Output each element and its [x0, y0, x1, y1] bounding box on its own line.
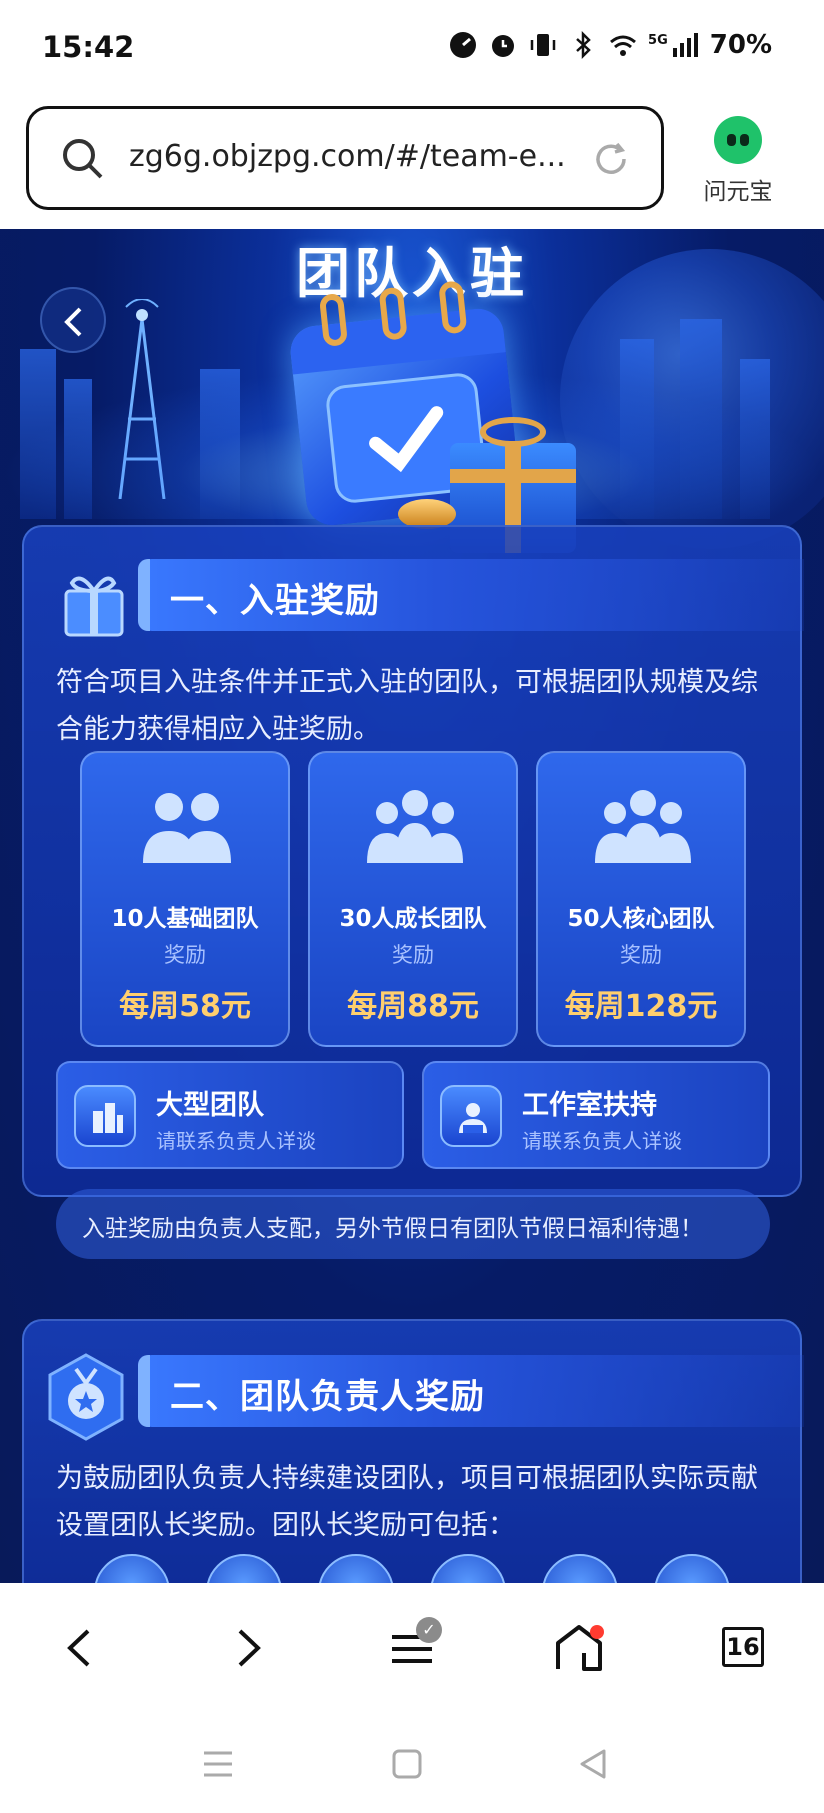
section-description: 符合项目入驻条件并正式入驻的团队，可根据团队规模及综合能力获得相应入驻奖励。 [56, 667, 758, 745]
home-button[interactable] [544, 1613, 614, 1683]
tier-amount: 每周128元 [564, 989, 718, 1024]
note-text: 入驻奖励由负责人支配，另外节假日有团队节假日福利待遇！ [82, 1216, 703, 1242]
reward-icon-row [70, 1554, 770, 1583]
wifi-icon [610, 35, 637, 56]
section-header: 一、入驻奖励 [138, 559, 804, 631]
network-type: 5G [648, 32, 668, 48]
tabs-button[interactable]: 16 [710, 1613, 780, 1683]
yuanbao-assistant-button[interactable]: 问元宝 [690, 112, 786, 212]
team-icon [143, 793, 231, 863]
back-button[interactable] [40, 287, 106, 353]
signal-icon [672, 33, 698, 57]
status-time: 15:42 [42, 30, 135, 64]
leader-reward-card: 二、团队负责人奖励 为鼓励团队负责人持续建设团队，项目可根据团队实际贡献设置团队… [22, 1319, 804, 1583]
battery-level: 70% [709, 30, 772, 60]
url-text[interactable]: zg6g.objzpg.com/#/team-e... [129, 139, 566, 174]
yuanbao-label: 问元宝 [703, 179, 773, 205]
reload-icon[interactable] [591, 139, 631, 179]
checkmark-icon [369, 406, 444, 473]
chevron-left-icon [64, 307, 82, 337]
chevron-right-icon [238, 1629, 261, 1667]
search-icon [63, 139, 103, 179]
screen: 15:42 5G 70% zg6g.objzpg.com/#/team-e...… [0, 0, 824, 1813]
bluetooth-icon [576, 30, 591, 60]
option-sub: 请联系负责人详谈 [522, 1129, 682, 1153]
team-icon [595, 790, 691, 863]
option-title: 工作室扶持 [522, 1090, 657, 1121]
address-bar[interactable]: zg6g.objzpg.com/#/team-e... [26, 106, 664, 210]
large-team-option[interactable]: 大型团队 请联系负责人详谈 [56, 1061, 404, 1169]
tier-card[interactable]: 10人基础团队 奖励 每周58元 [80, 751, 290, 1047]
option-title: 大型团队 [156, 1090, 264, 1121]
building-icon [74, 1085, 136, 1147]
section-description: 为鼓励团队负责人持续建设团队，项目可根据团队实际贡献设置团队长奖励。团队长奖励可… [56, 1463, 758, 1541]
tier-amount: 每周88元 [347, 989, 479, 1024]
chevron-left-icon [67, 1629, 90, 1667]
tabs-count: 16 [722, 1627, 764, 1667]
reward-circle-icon [318, 1554, 394, 1583]
medal-icon [48, 1353, 124, 1441]
browser-bottom-nav: ✓ 16 [0, 1583, 824, 1713]
alarm-icon [492, 35, 515, 57]
tier-amount: 每周58元 [119, 989, 251, 1024]
browser-back-button[interactable] [46, 1613, 116, 1683]
reward-note: 入驻奖励由负责人支配，另外节假日有团队节假日福利待遇！ [56, 1189, 770, 1259]
support-person-icon [440, 1085, 502, 1147]
tier-name: 10人基础团队 [111, 906, 259, 932]
team-icon [367, 790, 463, 863]
reward-circle-icon [542, 1554, 618, 1583]
hero-title: 团队入驻 [296, 242, 528, 305]
reward-circle-icon [654, 1554, 730, 1583]
tier-card[interactable]: 50人核心团队 奖励 每周128元 [536, 751, 746, 1047]
reward-circle-icon [430, 1554, 506, 1583]
option-sub: 请联系负责人详谈 [156, 1129, 316, 1153]
check-badge-icon: ✓ [416, 1617, 442, 1643]
system-nav-bar [0, 1713, 824, 1813]
studio-support-option[interactable]: 工作室扶持 请联系负责人详谈 [422, 1061, 770, 1169]
entry-reward-card: 一、入驻奖励 符合项目入驻条件并正式入驻的团队，可根据团队规模及综合能力获得相应… [22, 525, 804, 1259]
reward-circle-icon [94, 1554, 170, 1583]
section-title: 二、团队负责人奖励 [170, 1377, 485, 1417]
home-square-icon[interactable] [390, 1747, 424, 1781]
status-bar: 15:42 5G 70% [0, 0, 824, 100]
tier-name: 50人核心团队 [567, 906, 715, 932]
web-page: 团队入驻 一、入驻奖励 符合项目入驻条件并正式入驻的团队，可根据团队规模及综合能… [0, 229, 824, 1583]
menu-button[interactable]: ✓ [378, 1613, 448, 1683]
browser-forward-button[interactable] [212, 1613, 282, 1683]
home-icon [556, 1625, 602, 1671]
reward-circle-icon [206, 1554, 282, 1583]
status-icons: 5G 70% [448, 30, 772, 60]
vibrate-icon [530, 34, 556, 56]
speedometer-icon [450, 32, 477, 58]
back-triangle-icon[interactable] [576, 1747, 610, 1781]
section-header: 二、团队负责人奖励 [138, 1355, 804, 1427]
tier-sub: 奖励 [164, 943, 206, 967]
recent-apps-icon[interactable] [200, 1749, 236, 1779]
tier-sub: 奖励 [392, 943, 434, 967]
gift-icon [64, 576, 124, 637]
tier-sub: 奖励 [620, 943, 662, 967]
tier-card[interactable]: 30人成长团队 奖励 每周88元 [308, 751, 518, 1047]
notification-dot [590, 1625, 604, 1639]
tier-name: 30人成长团队 [339, 906, 487, 932]
yuanbao-logo-icon [714, 116, 762, 164]
section-title: 一、入驻奖励 [170, 581, 380, 621]
